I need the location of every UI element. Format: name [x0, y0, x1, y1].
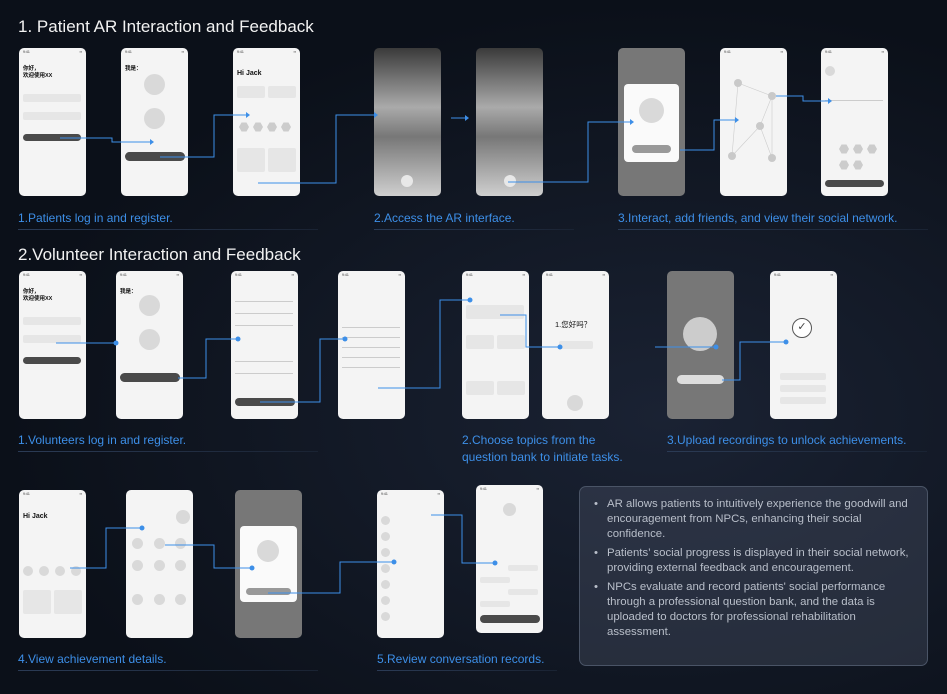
- note-item: AR allows patients to intuitively experi…: [594, 497, 917, 542]
- note-item: Patients’ social progress is displayed i…: [594, 546, 917, 576]
- notes-panel: AR allows patients to intuitively experi…: [579, 486, 928, 666]
- note-item: NPCs evaluate and record patients' socia…: [594, 580, 917, 640]
